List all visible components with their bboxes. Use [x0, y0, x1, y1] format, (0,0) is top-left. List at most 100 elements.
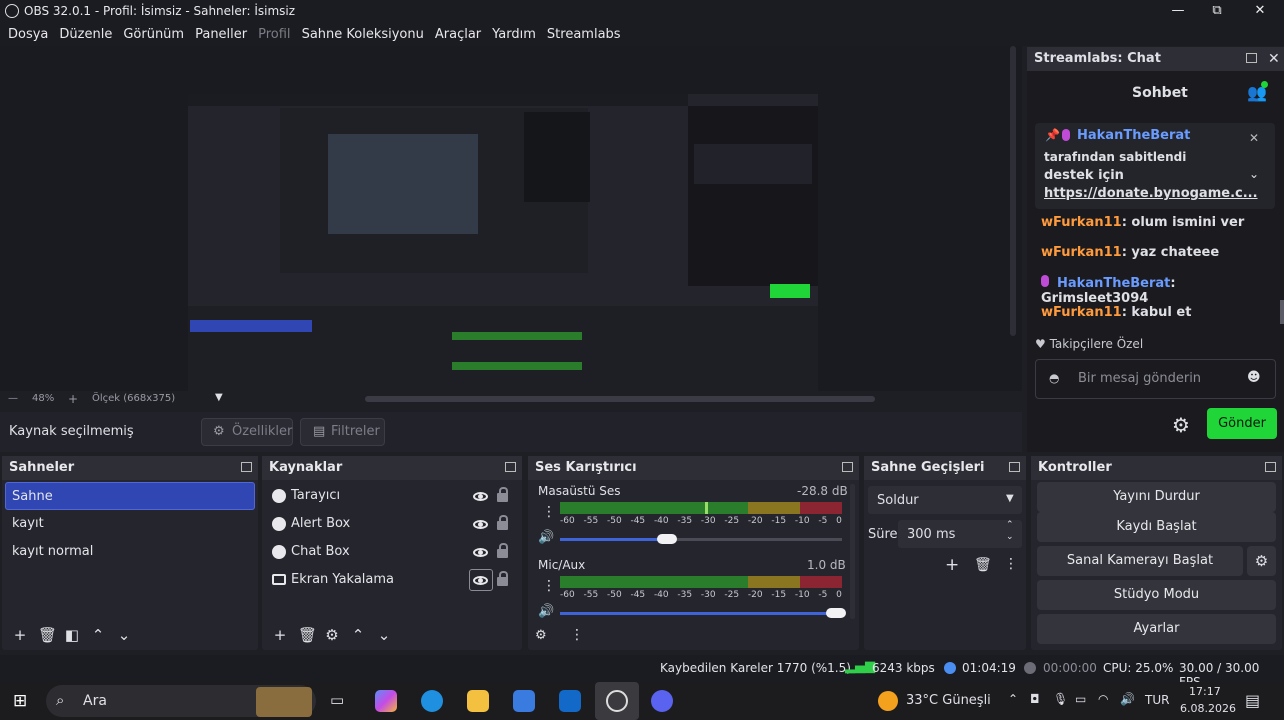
- expand-chevron-icon[interactable]: ⌄: [1249, 167, 1259, 181]
- tray-camera-icon[interactable]: ◘: [1030, 692, 1040, 706]
- mixer-scrollbar[interactable]: [850, 484, 855, 619]
- scene-item[interactable]: Sahne: [5, 482, 255, 510]
- studio-mode-button[interactable]: Stüdyo Modu: [1037, 580, 1276, 610]
- more-vert-icon[interactable]: ⋮: [542, 578, 556, 594]
- menu-yardim[interactable]: Yardım: [492, 27, 536, 42]
- discord-icon[interactable]: [651, 690, 673, 712]
- eye-icon[interactable]: [473, 576, 488, 585]
- menu-streamlabs[interactable]: Streamlabs: [547, 27, 621, 42]
- file-explorer-icon[interactable]: [467, 690, 489, 712]
- move-up-icon[interactable]: ⌃: [350, 626, 366, 644]
- trash-icon[interactable]: 🗑: [974, 557, 992, 573]
- zoom-in-button[interactable]: +: [68, 392, 78, 406]
- properties-button[interactable]: ⚙ Özellikler: [201, 418, 293, 446]
- more-vert-icon[interactable]: ⋮: [542, 504, 556, 520]
- eye-icon[interactable]: [473, 520, 488, 529]
- pinned-user[interactable]: HakanTheBerat: [1077, 128, 1190, 143]
- spin-down-icon[interactable]: ⌄: [1006, 532, 1014, 542]
- tray-date[interactable]: 6.08.2026: [1180, 702, 1236, 715]
- windows-start-icon[interactable]: ⊞: [13, 691, 27, 711]
- lock-icon[interactable]: [497, 571, 508, 586]
- lock-icon[interactable]: [497, 543, 508, 558]
- float-icon[interactable]: [1009, 462, 1020, 472]
- move-down-icon[interactable]: ⌄: [116, 626, 132, 644]
- start-recording-button[interactable]: Kaydı Başlat: [1037, 512, 1276, 542]
- tray-time[interactable]: 17:17: [1189, 685, 1221, 698]
- chat-close-icon[interactable]: ✕: [1268, 47, 1280, 71]
- menu-dosya[interactable]: Dosya: [8, 27, 48, 42]
- edge-icon[interactable]: [421, 690, 443, 712]
- chat-user[interactable]: wFurkan11: [1041, 305, 1122, 320]
- chat-user[interactable]: HakanTheBerat: [1057, 276, 1170, 291]
- preview-area[interactable]: [0, 46, 1022, 437]
- lock-icon[interactable]: [497, 515, 508, 530]
- speaker-icon[interactable]: 🔊: [538, 604, 554, 619]
- float-icon[interactable]: [241, 462, 252, 472]
- stop-stream-button[interactable]: Yayını Durdur: [1037, 482, 1276, 512]
- move-down-icon[interactable]: ⌄: [376, 626, 392, 644]
- mixer-gear-icon[interactable]: ⚙: [535, 628, 547, 643]
- trash-icon[interactable]: 🗑: [38, 626, 57, 644]
- chat-user[interactable]: wFurkan11: [1041, 245, 1122, 260]
- gear-icon[interactable]: ⚙: [324, 626, 340, 644]
- chat-settings-gear-icon[interactable]: ⚙: [1172, 413, 1190, 437]
- menu-sahne-koleksiyonu[interactable]: Sahne Koleksiyonu: [302, 27, 424, 42]
- outlook-icon[interactable]: [559, 690, 581, 712]
- chat-input[interactable]: ◓ Bir mesaj gönderin ☻: [1035, 359, 1276, 399]
- volume-slider-knob[interactable]: [657, 534, 677, 544]
- preview-scrollbar-v[interactable]: [1009, 46, 1017, 336]
- source-item[interactable]: Alert Box: [262, 510, 522, 538]
- send-button[interactable]: Gönder: [1207, 408, 1277, 439]
- task-view-icon[interactable]: ▭: [330, 691, 344, 709]
- virtualcam-gear-icon[interactable]: ⚙: [1247, 546, 1276, 576]
- minimize-button[interactable]: —: [1163, 1, 1193, 21]
- weather-text[interactable]: 33°C Güneşli: [906, 693, 991, 708]
- add-scene-button[interactable]: +: [12, 626, 28, 644]
- chat-float-icon[interactable]: [1246, 53, 1257, 63]
- duration-spinbox[interactable]: 300 ms ⌃ ⌄: [898, 520, 1022, 548]
- speaker-icon[interactable]: 🔊: [538, 530, 554, 545]
- close-button[interactable]: ✕: [1245, 1, 1275, 21]
- notification-icon[interactable]: ▤: [1245, 691, 1260, 710]
- scene-item[interactable]: kayıt: [2, 510, 258, 538]
- taskbar-search[interactable]: ⌕ Ara: [46, 685, 316, 717]
- filters-button[interactable]: ▤ Filtreler: [300, 418, 385, 446]
- menu-profil[interactable]: Profil: [258, 27, 290, 42]
- maximize-button[interactable]: ⧉: [1202, 1, 1232, 21]
- float-icon[interactable]: [1265, 462, 1276, 472]
- chat-user[interactable]: wFurkan11: [1041, 215, 1122, 230]
- mixer-more-icon[interactable]: ⋮: [570, 627, 584, 643]
- chat-scrollbar[interactable]: [1280, 300, 1284, 324]
- scene-filters-icon[interactable]: ◧: [64, 626, 80, 644]
- obs-taskbar-active[interactable]: [595, 682, 639, 720]
- unpin-icon[interactable]: ✕: [1249, 131, 1259, 145]
- tray-language[interactable]: TUR: [1145, 693, 1169, 707]
- preview-canvas[interactable]: [188, 94, 818, 437]
- source-item[interactable]: Tarayıcı: [262, 482, 522, 510]
- add-transition-button[interactable]: +: [945, 555, 959, 575]
- volume-slider-knob[interactable]: [826, 608, 846, 618]
- trash-icon[interactable]: 🗑: [298, 626, 317, 644]
- emoji-icon[interactable]: ☻: [1247, 370, 1261, 385]
- tray-battery-icon[interactable]: ▭: [1075, 692, 1086, 706]
- scene-item[interactable]: kayıt normal: [2, 538, 258, 566]
- eye-icon[interactable]: [473, 548, 488, 557]
- menu-paneller[interactable]: Paneller: [195, 27, 247, 42]
- menu-araclar[interactable]: Araçlar: [435, 27, 481, 42]
- float-icon[interactable]: [842, 462, 853, 472]
- store-icon[interactable]: [513, 690, 535, 712]
- menu-gorunum[interactable]: Görünüm: [123, 27, 184, 42]
- lock-icon[interactable]: [497, 487, 508, 502]
- spin-up-icon[interactable]: ⌃: [1006, 520, 1014, 530]
- tray-wifi-icon[interactable]: ◠: [1098, 692, 1108, 706]
- tray-volume-icon[interactable]: 🔊: [1120, 692, 1135, 706]
- float-icon[interactable]: [505, 462, 516, 472]
- settings-button[interactable]: Ayarlar: [1037, 614, 1276, 644]
- menu-duzenle[interactable]: Düzenle: [59, 27, 112, 42]
- move-up-icon[interactable]: ⌃: [90, 626, 106, 644]
- scale-dropdown-icon[interactable]: ▼: [215, 392, 223, 403]
- zoom-out-button[interactable]: —: [8, 393, 18, 404]
- copilot-icon[interactable]: [375, 690, 397, 712]
- preview-scrollbar-h[interactable]: [365, 396, 875, 402]
- source-item[interactable]: Chat Box: [262, 538, 522, 566]
